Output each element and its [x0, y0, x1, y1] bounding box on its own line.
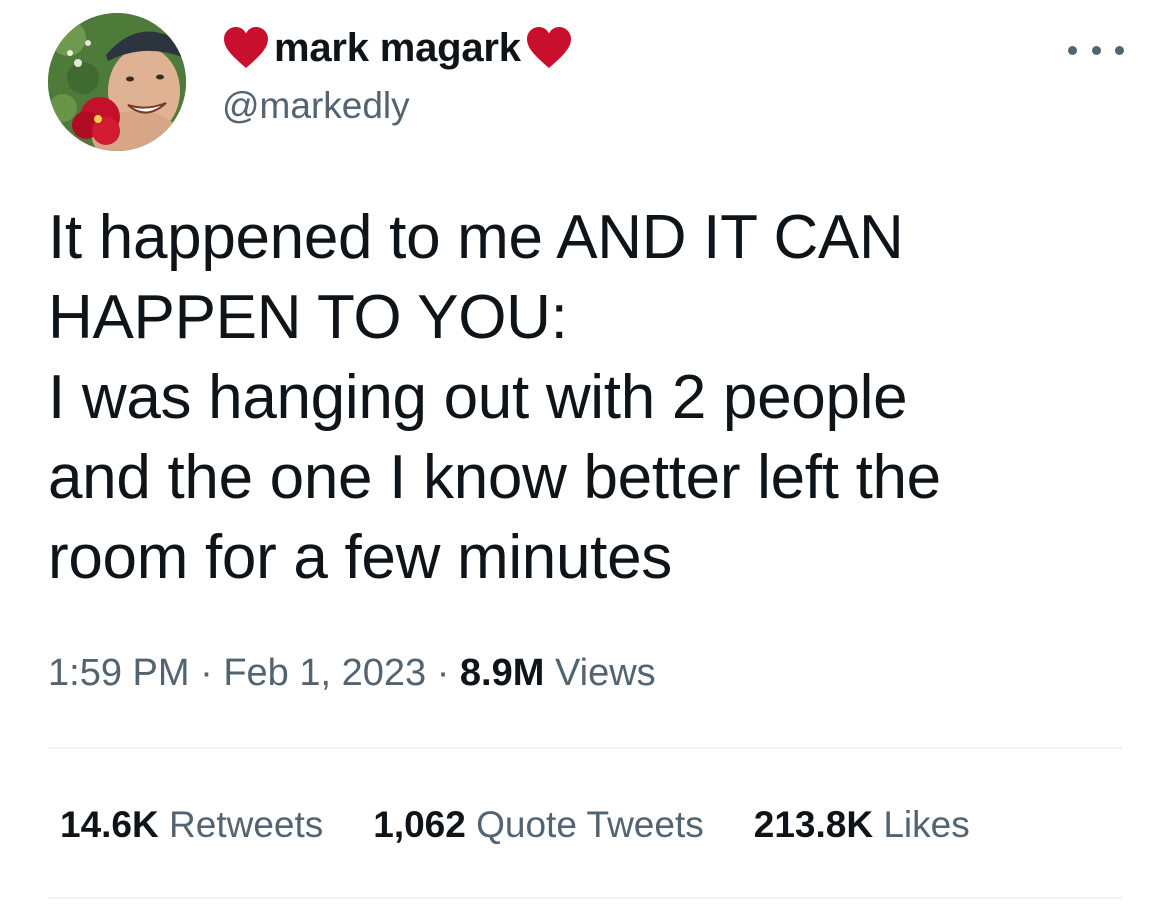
- retweets-count: 14.6K: [60, 804, 159, 845]
- tweet-text-line: and the one I know better left the: [48, 443, 941, 512]
- quote-tweets-count: 1,062: [373, 804, 466, 845]
- retweets-stat[interactable]: 14.6K Retweets: [60, 800, 323, 850]
- divider: [48, 747, 1122, 749]
- user-handle[interactable]: @markedly: [222, 82, 410, 130]
- retweets-label: Retweets: [169, 804, 324, 845]
- more-options-icon[interactable]: [1068, 38, 1124, 62]
- tweet-date[interactable]: Feb 1, 2023: [223, 652, 426, 694]
- tweet-text: It happened to me AND IT CAN HAPPEN TO Y…: [48, 198, 1128, 598]
- tweet-time[interactable]: 1:59 PM: [48, 652, 190, 694]
- views-count: 8.9M: [459, 652, 545, 694]
- quote-tweets-label: Quote Tweets: [476, 804, 704, 845]
- tweet-card: mark magark @markedly It happened to me …: [0, 0, 1170, 907]
- author-name-row[interactable]: mark magark: [222, 22, 573, 74]
- avatar[interactable]: [48, 13, 186, 151]
- more-dot: [1091, 45, 1101, 55]
- meta-separator: ·: [436, 652, 450, 694]
- more-dot: [1068, 45, 1077, 55]
- tweet-text-line: HAPPEN TO YOU:: [48, 283, 568, 352]
- heart-icon: [222, 26, 270, 70]
- tweet-meta: 1:59 PM · Feb 1, 2023 · 8.9M Views: [48, 648, 656, 698]
- more-dot: [1115, 45, 1124, 55]
- heart-icon: [525, 26, 573, 70]
- tweet-text-line: room for a few minutes: [48, 523, 672, 592]
- tweet-stats: 14.6K Retweets 1,062 Quote Tweets 213.8K L…: [60, 800, 970, 850]
- avatar-photo: [48, 13, 186, 151]
- display-name[interactable]: mark magark: [274, 22, 521, 74]
- likes-label: Likes: [883, 804, 970, 845]
- meta-separator: ·: [200, 652, 213, 694]
- likes-count: 213.8K: [753, 804, 874, 845]
- views-label: Views: [554, 652, 656, 694]
- quote-tweets-stat[interactable]: 1,062 Quote Tweets: [373, 800, 704, 850]
- tweet-text-line: I was hanging out with 2 people: [48, 363, 908, 432]
- tweet-text-line: It happened to me AND IT CAN: [48, 203, 904, 272]
- likes-stat[interactable]: 213.8K Likes: [754, 800, 970, 850]
- divider: [48, 897, 1122, 899]
